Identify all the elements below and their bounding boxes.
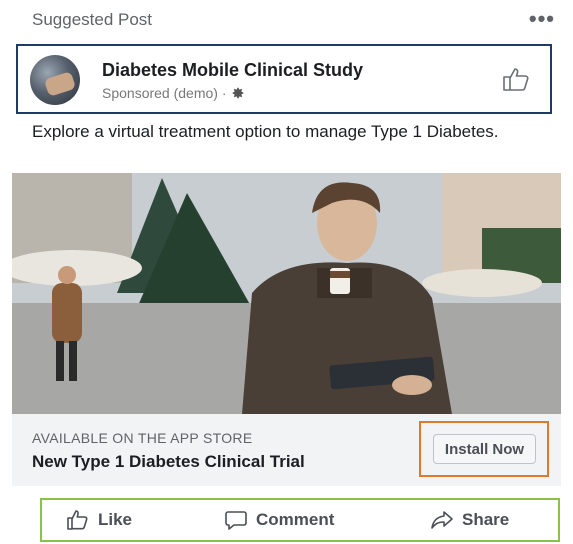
install-now-button[interactable]: Install Now — [433, 434, 536, 464]
ad-image[interactable] — [12, 173, 561, 414]
post-body-text: Explore a virtual treatment option to ma… — [32, 122, 499, 141]
cta-source-label: AVAILABLE ON THE APP STORE — [32, 430, 253, 446]
share-icon — [431, 511, 453, 529]
page-name-link[interactable]: Diabetes Mobile Clinical Study — [102, 60, 363, 81]
sponsored-meta: Sponsored (demo) · — [102, 85, 245, 101]
share-button[interactable]: Share — [430, 500, 509, 540]
thumbs-up-icon[interactable] — [502, 66, 532, 92]
install-button-highlight: Install Now — [419, 421, 549, 477]
comment-label: Comment — [256, 510, 335, 529]
sponsored-label: Sponsored (demo) · — [102, 85, 227, 101]
author-header: Diabetes Mobile Clinical Study Sponsored… — [16, 44, 552, 114]
comment-icon — [225, 511, 247, 530]
comment-button[interactable]: Comment — [224, 500, 334, 540]
share-label: Share — [462, 510, 510, 529]
thumbs-up-icon — [67, 510, 88, 530]
gear-icon[interactable] — [231, 86, 245, 100]
like-button[interactable]: Like — [66, 500, 132, 540]
like-label: Like — [98, 510, 133, 529]
post-actions-bar: Like Comment Share — [40, 498, 560, 542]
more-options-icon[interactable]: ••• — [529, 6, 555, 32]
post-header: Suggested Post ••• — [0, 0, 573, 44]
ad-photo-illustration — [12, 173, 561, 414]
avatar[interactable] — [30, 55, 80, 105]
cta-title[interactable]: New Type 1 Diabetes Clinical Trial — [32, 452, 305, 472]
call-to-action-bar: AVAILABLE ON THE APP STORE New Type 1 Di… — [12, 414, 561, 486]
suggested-post-label: Suggested Post — [32, 10, 153, 29]
